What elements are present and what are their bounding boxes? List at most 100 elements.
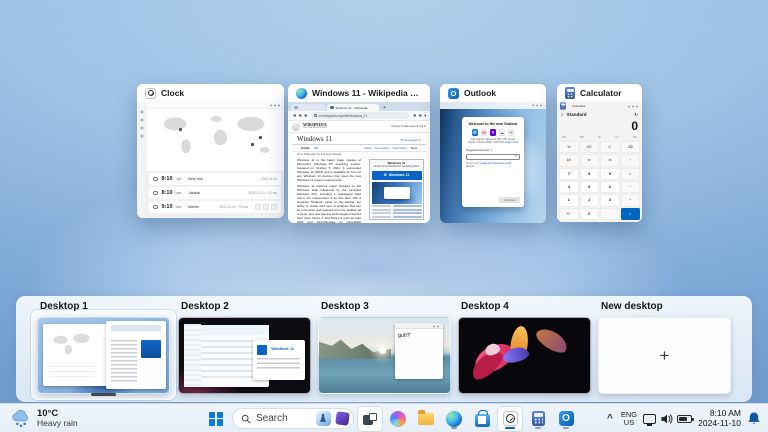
clock-date[interactable]: 8:10 AM 2024-11-10 xyxy=(698,409,741,428)
task-view-button[interactable] xyxy=(358,407,382,431)
outlook-titlebar xyxy=(440,102,546,109)
file-explorer-button[interactable] xyxy=(414,407,438,431)
calc-key[interactable]: √x xyxy=(600,154,620,166)
calc-key[interactable]: 8 xyxy=(580,168,600,180)
map-pin-icon xyxy=(251,143,254,146)
language-switcher[interactable]: ENGUS xyxy=(621,411,637,427)
tab-tools[interactable]: Tools xyxy=(410,146,417,150)
menu-icon[interactable]: ≡ xyxy=(561,112,564,117)
account-dropdown[interactable]: ∨ xyxy=(466,154,520,161)
tab-view-source[interactable]: View source xyxy=(374,146,389,150)
tab-talk[interactable]: Talk xyxy=(314,146,319,150)
calc-key[interactable]: . xyxy=(600,208,620,220)
browser-tab-active[interactable]: Windows 11 - Wikipedia xyxy=(327,104,379,111)
address-bar[interactable]: en.wikipedia.org/wiki/Windows_11 xyxy=(311,112,409,119)
clock-app-button[interactable] xyxy=(498,407,522,431)
outlook-welcome-dialog: Welcome to the new Outlook Full support:… xyxy=(462,117,524,207)
store-button[interactable] xyxy=(470,407,494,431)
outlook-button[interactable] xyxy=(554,407,578,431)
calc-key[interactable]: − xyxy=(621,181,641,193)
calc-key[interactable]: +/− xyxy=(559,208,579,220)
calc-key[interactable]: + xyxy=(621,194,641,206)
calc-key[interactable]: C xyxy=(600,141,620,153)
calc-key[interactable]: × xyxy=(621,168,641,180)
infobox-row-placeholder xyxy=(372,216,422,218)
window-titlebar: Clock xyxy=(137,84,284,102)
clock-time: 8:10 xyxy=(162,176,173,182)
clock-period: PM xyxy=(177,191,182,195)
windows11-logo: ⊞Windows 11 xyxy=(372,171,422,180)
calc-key[interactable]: ⌫ xyxy=(621,141,641,153)
window-title: Outlook xyxy=(464,88,496,98)
notification-center[interactable] xyxy=(747,411,761,426)
calc-key[interactable]: 1 xyxy=(559,194,579,206)
search-icon xyxy=(241,414,251,424)
edge-icon xyxy=(446,411,462,427)
nav-buttons-icon[interactable] xyxy=(292,114,308,118)
article-paragraph: Windows 11 is the latest major release o… xyxy=(297,159,361,182)
no-account-line: No account? Create an Outlook.com email … xyxy=(466,162,520,168)
weather-widget[interactable]: 10°C Heavy rain xyxy=(6,404,82,432)
calculator-window-preview: Calculator ≡ Standard ↻ 0 MC MR M+ M− MS xyxy=(557,102,642,222)
memory-key[interactable]: M− xyxy=(616,136,620,139)
desktop-2-thumbnail[interactable]: Windows 11 xyxy=(178,317,311,394)
memory-key[interactable]: M+ xyxy=(598,136,602,139)
history-icon[interactable]: ↻ xyxy=(634,112,638,118)
mode-label[interactable]: Standard xyxy=(567,112,587,117)
desktop-1-thumbnail[interactable] xyxy=(37,317,170,394)
favicon xyxy=(330,106,334,110)
quick-settings[interactable] xyxy=(643,413,692,425)
learn-more-link[interactable]: Learn more xyxy=(505,141,518,144)
window-thumbnail-calculator[interactable]: Calculator Calculator ≡ Standard ↻ 0 MC … xyxy=(557,84,642,222)
calc-key[interactable]: 3 xyxy=(600,194,620,206)
window-thumbnail-clock[interactable]: Clock 8:10AM New York 2024-11-10 8:10 PM xyxy=(137,84,284,218)
calc-key[interactable]: 0 xyxy=(580,208,600,220)
languages-link[interactable]: 75 languages ∨ xyxy=(400,138,421,142)
window-thumbnail-outlook[interactable]: Outlook Welcome to the new Outlook Full … xyxy=(440,84,546,223)
calc-key[interactable]: CE xyxy=(580,141,600,153)
tab-view-history[interactable]: View history xyxy=(392,146,407,150)
calc-key[interactable]: x² xyxy=(580,154,600,166)
infobox-row-placeholder xyxy=(372,212,422,214)
new-desktop-button[interactable]: + xyxy=(598,317,731,394)
article-title: Windows 11 xyxy=(297,135,332,143)
calc-key[interactable]: ÷ xyxy=(621,154,641,166)
hidden-icons-chevron[interactable]: ^ xyxy=(605,413,615,424)
wikipedia-header-links[interactable]: Donate Create account Log in xyxy=(392,125,426,128)
world-clock-row[interactable]: 8:10PM Jakarta 2024-11-10, +12 hrs xyxy=(149,187,281,199)
calc-key[interactable]: 1/x xyxy=(559,154,579,166)
calc-key[interactable]: 7 xyxy=(559,168,579,180)
browser-tab[interactable] xyxy=(291,104,325,111)
start-button[interactable] xyxy=(204,407,228,431)
running-indicator xyxy=(535,427,541,429)
calc-key[interactable]: 5 xyxy=(580,181,600,193)
memory-key[interactable]: MS xyxy=(633,136,637,139)
calc-key[interactable]: 2 xyxy=(580,194,600,206)
edge-button[interactable] xyxy=(442,407,466,431)
desktop-2-label: Desktop 2 xyxy=(181,301,229,312)
calc-key[interactable]: % xyxy=(559,141,579,153)
window-thumbnail-edge[interactable]: Windows 11 - Wikipedia and 1 more... Win… xyxy=(288,84,430,223)
copilot-button[interactable] xyxy=(386,407,410,431)
world-clock-row[interactable]: 9:10PM Manila 2024-11-10, +13 hrs xyxy=(149,201,281,213)
tab-read[interactable]: Read xyxy=(365,146,372,150)
memory-key[interactable]: MR xyxy=(580,136,584,139)
wikipedia-page: WIKIPEDIA The Free Encyclopedia Donate C… xyxy=(288,121,430,223)
calc-key[interactable]: 6 xyxy=(600,181,620,193)
search-highlight-icon xyxy=(316,411,331,426)
continue-button[interactable]: Continue xyxy=(499,197,520,204)
memory-key[interactable]: MC xyxy=(562,136,566,139)
tab-article[interactable]: Article xyxy=(301,146,310,150)
world-clock-row[interactable]: 8:10AM New York 2024-11-10 xyxy=(149,173,281,185)
search-box[interactable]: Search xyxy=(232,408,354,429)
running-indicator xyxy=(563,427,569,429)
calc-key[interactable]: 4 xyxy=(559,181,579,193)
equals-key[interactable]: = xyxy=(621,208,641,220)
calc-key[interactable]: 9 xyxy=(600,168,620,180)
desktop-3-thumbnail[interactable]: guh? xyxy=(318,317,451,394)
calculator-button[interactable] xyxy=(526,407,550,431)
window-titlebar: Windows 11 - Wikipedia and 1 more... xyxy=(288,84,430,102)
desktop-4-thumbnail[interactable] xyxy=(458,317,591,394)
toolbar-icons[interactable] xyxy=(412,114,426,118)
clock-row-actions[interactable] xyxy=(255,204,277,210)
